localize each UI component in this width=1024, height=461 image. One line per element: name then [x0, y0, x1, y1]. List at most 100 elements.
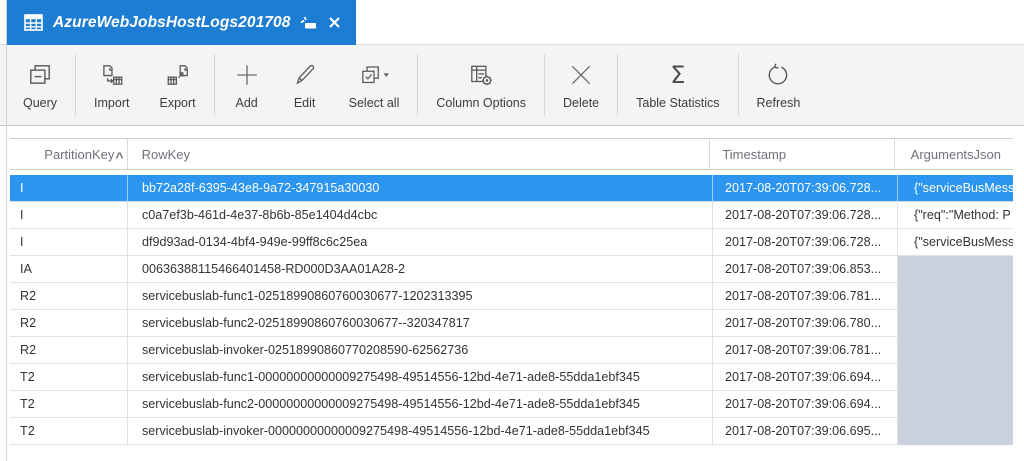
sigma-icon: Σ — [670, 60, 686, 89]
cell-partitionkey: I — [10, 229, 128, 256]
cell-partitionkey: T2 — [10, 391, 128, 418]
cell-partitionkey: R2 — [10, 310, 128, 337]
cell-argumentsjson-empty — [898, 283, 1013, 310]
cell-rowkey: 00636388115466401458-RD000D3AA01A28-2 — [128, 256, 713, 283]
cell-timestamp: 2017-08-20T07:39:06.780... — [713, 310, 898, 337]
query-label: Query — [23, 95, 58, 110]
column-options-label: Column Options — [436, 95, 526, 110]
toolbar: Query Import Export Add Edit Select all … — [0, 45, 1024, 126]
cell-rowkey: servicebuslab-func2-02518990860760030677… — [128, 310, 713, 337]
select-all-icon — [358, 61, 390, 89]
table-row[interactable]: R2 servicebuslab-invoker-025189908607702… — [10, 337, 1013, 364]
cell-partitionkey: R2 — [10, 283, 128, 310]
pencil-icon — [292, 61, 318, 89]
entities-table: PartitionKey ^ RowKey Timestamp Arguments… — [10, 138, 1013, 445]
close-icon[interactable] — [329, 17, 341, 28]
toolbar-separator — [737, 54, 739, 116]
column-header-partitionkey[interactable]: PartitionKey ^ — [10, 139, 128, 169]
refresh-button[interactable]: Refresh — [742, 45, 816, 125]
cell-timestamp: 2017-08-20T07:39:06.728... — [713, 175, 898, 202]
cell-argumentsjson: {"serviceBusMessa — [898, 229, 1013, 256]
table-row[interactable]: I bb72a28f-6395-43e8-9a72-347915a30030 2… — [10, 175, 1013, 202]
toolbar-separator — [417, 54, 419, 116]
cell-timestamp: 2017-08-20T07:39:06.781... — [713, 337, 898, 364]
delete-x-icon — [568, 61, 594, 89]
cell-argumentsjson-empty — [898, 256, 1013, 283]
query-icon — [27, 61, 53, 89]
cell-timestamp: 2017-08-20T07:39:06.781... — [713, 283, 898, 310]
cell-argumentsjson: {"serviceBusMessa — [898, 175, 1013, 202]
cell-timestamp: 2017-08-20T07:39:06.728... — [713, 202, 898, 229]
table-row[interactable]: IA 00636388115466401458-RD000D3AA01A28-2… — [10, 256, 1013, 283]
delete-label: Delete — [562, 95, 600, 110]
cell-partitionkey: R2 — [10, 337, 128, 364]
cell-rowkey: c0a7ef3b-461d-4e37-8b6b-85e1404d4cbc — [128, 202, 713, 229]
import-button[interactable]: Import — [79, 45, 144, 125]
cell-argumentsjson-empty — [898, 391, 1013, 418]
cell-rowkey: servicebuslab-func1-02518990860760030677… — [128, 283, 713, 310]
table-row[interactable]: T2 servicebuslab-invoker-000000000000092… — [10, 418, 1013, 445]
cell-partitionkey: I — [10, 175, 128, 202]
toolbar-separator — [213, 54, 215, 116]
cell-timestamp: 2017-08-20T07:39:06.695... — [713, 418, 898, 445]
cell-partitionkey: T2 — [10, 418, 128, 445]
cell-partitionkey: IA — [10, 256, 128, 283]
cell-argumentsjson-empty — [898, 364, 1013, 391]
toolbar-separator — [617, 54, 619, 116]
add-button[interactable]: Add — [218, 45, 276, 125]
tab-bar: AzureWebJobsHostLogs201708 — [0, 0, 1024, 45]
refresh-icon — [765, 61, 791, 89]
column-options-icon — [468, 61, 494, 89]
pin-tab-icon[interactable] — [300, 16, 317, 30]
table-row[interactable]: R2 servicebuslab-func2-02518990860760030… — [10, 310, 1013, 337]
table-statistics-label: Table Statistics — [636, 95, 720, 110]
left-panel-border — [6, 0, 7, 461]
select-all-label: Select all — [348, 95, 400, 110]
toolbar-separator — [75, 54, 77, 116]
import-label: Import — [94, 95, 130, 110]
column-header-timestamp[interactable]: Timestamp — [710, 139, 895, 169]
cell-rowkey: servicebuslab-func2-00000000000009275498… — [128, 391, 713, 418]
tab-azurewebjobshostlogs[interactable]: AzureWebJobsHostLogs201708 — [7, 0, 357, 45]
tab-title: AzureWebJobsHostLogs201708 — [53, 13, 291, 31]
cell-partitionkey: I — [10, 202, 128, 229]
table-row[interactable]: I df9d93ad-0134-4bf4-949e-99ff8c6c25ea 2… — [10, 229, 1013, 256]
table-header-row: PartitionKey ^ RowKey Timestamp Arguments… — [10, 138, 1013, 170]
cell-argumentsjson-empty — [898, 418, 1013, 445]
delete-button[interactable]: Delete — [548, 45, 614, 125]
import-icon — [99, 61, 125, 89]
export-icon — [165, 61, 191, 89]
cell-rowkey: servicebuslab-invoker-025189908607702085… — [128, 337, 713, 364]
table-statistics-button[interactable]: Σ Table Statistics — [621, 45, 734, 125]
table-row[interactable]: I c0a7ef3b-461d-4e37-8b6b-85e1404d4cbc 2… — [10, 202, 1013, 229]
toolbar-separator — [543, 54, 545, 116]
select-all-button[interactable]: Select all — [334, 45, 415, 125]
refresh-label: Refresh — [756, 95, 801, 110]
edit-label: Edit — [293, 95, 316, 110]
cell-rowkey: servicebuslab-invoker-000000000000092754… — [128, 418, 713, 445]
sort-ascending-icon: ^ — [115, 149, 124, 165]
edit-button[interactable]: Edit — [276, 45, 334, 125]
plus-icon — [234, 61, 260, 89]
cell-argumentsjson-empty — [898, 310, 1013, 337]
column-header-rowkey[interactable]: RowKey — [128, 139, 711, 169]
cell-timestamp: 2017-08-20T07:39:06.694... — [713, 391, 898, 418]
cell-timestamp: 2017-08-20T07:39:06.694... — [713, 364, 898, 391]
table-row[interactable]: T2 servicebuslab-func2-00000000000009275… — [10, 391, 1013, 418]
export-label: Export — [159, 95, 196, 110]
table-row[interactable]: R2 servicebuslab-func1-02518990860760030… — [10, 283, 1013, 310]
table-body: I bb72a28f-6395-43e8-9a72-347915a30030 2… — [10, 175, 1013, 445]
add-label: Add — [235, 95, 258, 110]
export-button[interactable]: Export — [144, 45, 210, 125]
table-grid-icon — [24, 14, 43, 31]
cell-rowkey: servicebuslab-func1-00000000000009275498… — [128, 364, 713, 391]
table-row[interactable]: T2 servicebuslab-func1-00000000000009275… — [10, 364, 1013, 391]
cell-rowkey: bb72a28f-6395-43e8-9a72-347915a30030 — [128, 175, 713, 202]
column-header-argumentsjson[interactable]: ArgumentsJson — [895, 139, 1013, 169]
cell-argumentsjson: {"req":"Method: P — [898, 202, 1013, 229]
column-options-button[interactable]: Column Options — [421, 45, 541, 125]
cell-timestamp: 2017-08-20T07:39:06.728... — [713, 229, 898, 256]
query-button[interactable]: Query — [8, 45, 72, 125]
cell-rowkey: df9d93ad-0134-4bf4-949e-99ff8c6c25ea — [128, 229, 713, 256]
cell-timestamp: 2017-08-20T07:39:06.853... — [713, 256, 898, 283]
